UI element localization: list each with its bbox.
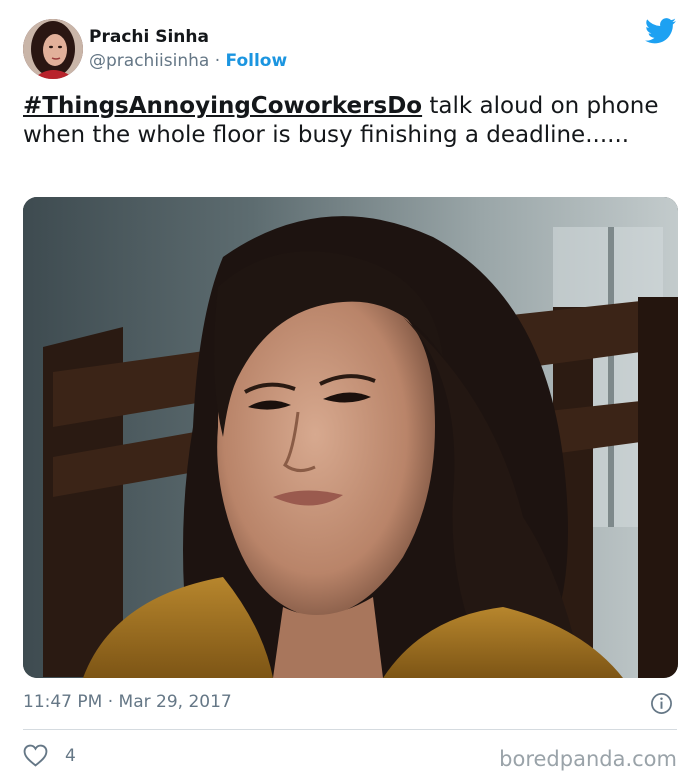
heart-icon bbox=[23, 744, 48, 767]
tweet-card: Prachi Sinha @prachiisinha · Follow #Thi… bbox=[0, 0, 700, 782]
info-icon[interactable] bbox=[650, 692, 673, 715]
tweet-time: 11:47 PM bbox=[23, 692, 103, 712]
tweet-photo[interactable] bbox=[23, 197, 678, 678]
divider bbox=[23, 729, 677, 730]
follow-button[interactable]: Follow bbox=[226, 51, 288, 71]
hashtag-link[interactable]: #ThingsAnnoyingCoworkersDo bbox=[23, 93, 422, 119]
handle-separator: · bbox=[214, 51, 221, 71]
author-handle-row: @prachiisinha · Follow bbox=[89, 51, 287, 71]
author-handle[interactable]: @prachiisinha bbox=[89, 51, 209, 71]
like-count: 4 bbox=[65, 745, 76, 766]
watermark: boredpanda.com bbox=[499, 747, 677, 771]
tweet-date: Mar 29, 2017 bbox=[118, 692, 232, 712]
author-name[interactable]: Prachi Sinha bbox=[89, 27, 209, 47]
like-button[interactable]: 4 bbox=[23, 744, 76, 767]
tweet-text: #ThingsAnnoyingCoworkersDo talk aloud on… bbox=[23, 92, 673, 150]
twitter-bird-icon[interactable] bbox=[645, 18, 676, 44]
timestamp-separator: · bbox=[107, 692, 114, 712]
avatar[interactable] bbox=[23, 19, 83, 79]
tweet-timestamp[interactable]: 11:47 PM · Mar 29, 2017 bbox=[23, 692, 232, 712]
